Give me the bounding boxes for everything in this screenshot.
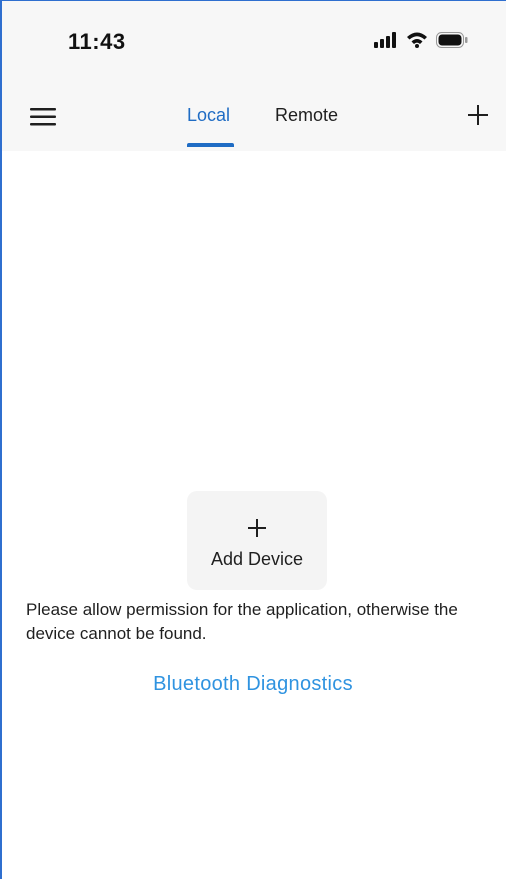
- hamburger-menu-icon[interactable]: [30, 107, 58, 127]
- status-time: 11:43: [68, 29, 126, 54]
- permission-message: Please allow permission for the applicat…: [26, 600, 458, 643]
- add-device-label: Add Device: [210, 549, 304, 569]
- add-device-plus-icon: [248, 519, 266, 537]
- status-icons: [374, 31, 468, 48]
- app-header: 11:43 Local Remote: [2, 1, 506, 151]
- tab-local[interactable]: Local: [187, 105, 230, 126]
- cellular-signal-icon: [374, 31, 396, 48]
- tab-remote[interactable]: Remote: [275, 105, 338, 126]
- wifi-icon: [407, 32, 427, 48]
- tab-selected-indicator: [187, 143, 234, 147]
- add-device-button[interactable]: Add Device: [187, 491, 327, 590]
- bluetooth-diagnostics-link[interactable]: Bluetooth Diagnostics: [0, 673, 506, 696]
- battery-icon: [436, 31, 468, 48]
- plus-icon[interactable]: [468, 105, 488, 125]
